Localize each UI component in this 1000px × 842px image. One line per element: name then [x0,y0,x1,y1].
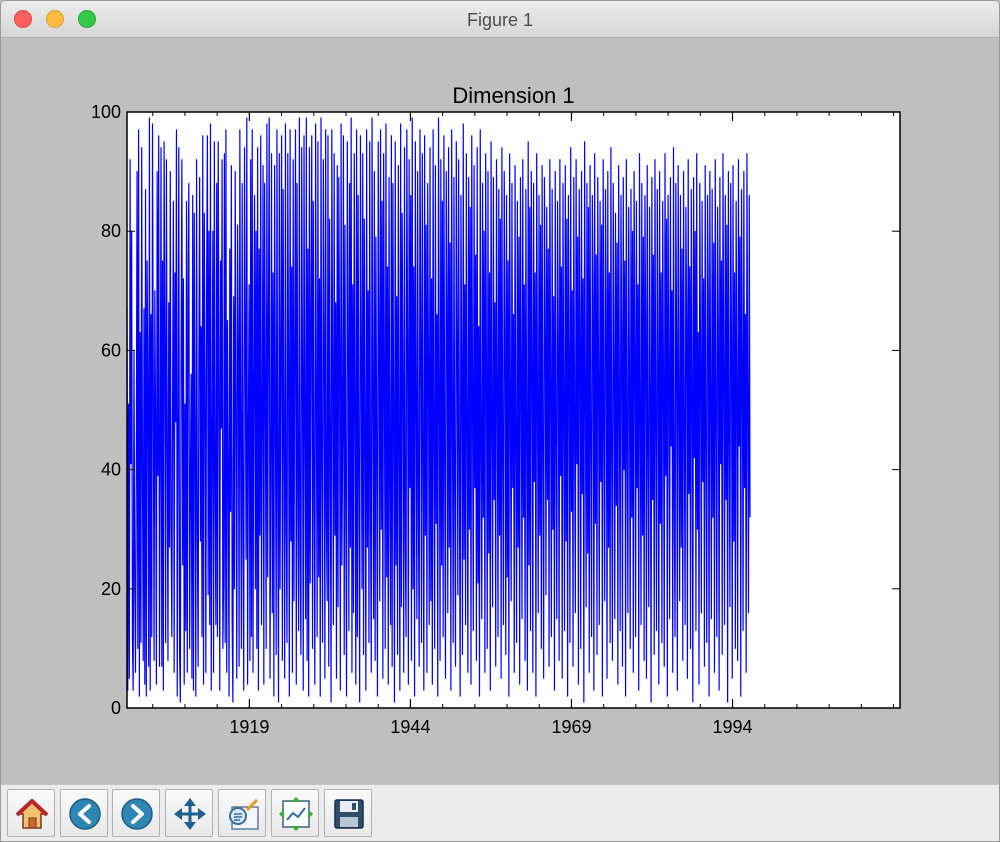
y-tick-label: 20 [101,579,121,599]
subplots-icon [279,797,313,831]
zoom-rect-icon [229,798,259,830]
pan-button[interactable] [165,789,213,837]
back-button[interactable] [60,789,108,837]
y-tick-label: 0 [111,698,121,718]
subplots-button[interactable] [271,789,319,837]
y-tick-label: 40 [101,460,121,480]
x-tick-label: 1919 [229,717,269,737]
title-bar[interactable]: Figure 1 [1,1,999,38]
x-tick-label: 1944 [390,717,430,737]
back-arrow-icon [69,798,101,830]
move-icon [174,798,206,830]
save-button[interactable] [324,789,372,837]
home-button[interactable] [7,789,55,837]
navigation-toolbar [1,784,999,841]
chart-title: Dimension 1 [452,83,574,108]
line-chart: 0 20 40 60 80 100 1919 1944 1969 1994 Dimension 1 [91,83,901,737]
save-icon [334,799,364,829]
zoom-button[interactable] [218,789,266,837]
figure-window: Figure 1 0 20 40 60 80 100 1919 1944 1969 1994 Dim… [0,0,1000,842]
x-tick-label: 1994 [712,717,752,737]
figure-canvas[interactable]: 0 20 40 60 80 100 1919 1944 1969 1994 Dimension 1 [1,38,999,784]
y-tick-label: 60 [101,340,121,360]
y-tick-label: 80 [101,221,121,241]
forward-arrow-icon [121,798,153,830]
y-tick-label: 100 [91,102,121,122]
window-title: Figure 1 [466,10,534,30]
home-icon [15,799,49,829]
forward-button[interactable] [112,789,160,837]
x-tick-label: 1969 [551,717,591,737]
